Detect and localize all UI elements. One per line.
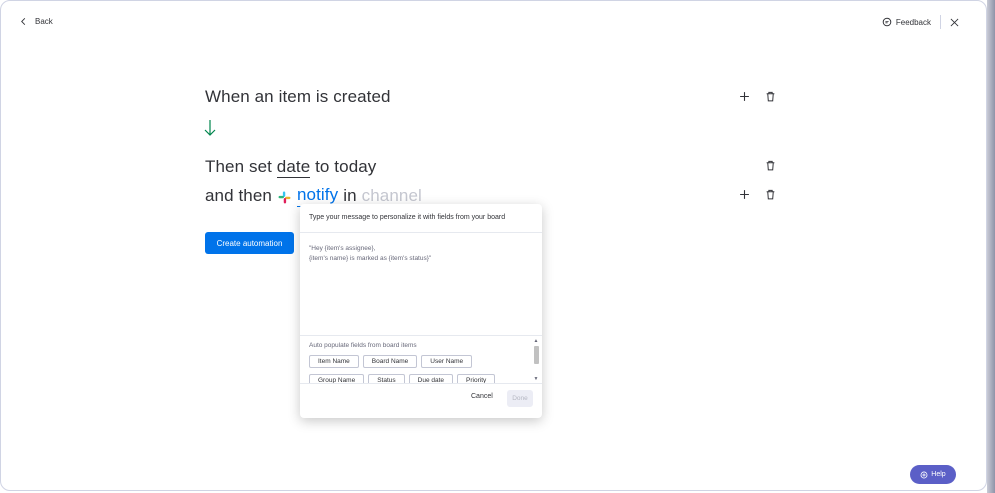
- action2-prefix: and then: [205, 186, 272, 205]
- window-edge: [987, 0, 995, 493]
- message-input[interactable]: "Hey {item's assignee}, {item's name} is…: [309, 244, 533, 324]
- add-action-icon[interactable]: [739, 189, 750, 200]
- chip-item-name[interactable]: Item Name: [309, 355, 359, 368]
- chip-group-name[interactable]: Group Name: [309, 374, 365, 383]
- trash-icon[interactable]: [765, 160, 776, 171]
- trigger-sentence[interactable]: When an item is created: [205, 87, 391, 107]
- cancel-button[interactable]: Cancel: [471, 393, 493, 400]
- date-field[interactable]: date: [276, 157, 311, 178]
- popup-footer: Cancel Done: [300, 383, 542, 418]
- create-automation-button[interactable]: Create automation: [205, 232, 294, 254]
- feedback-button[interactable]: Feedback: [882, 15, 941, 29]
- field-chips: Item Name Board Name User Name Group Nam…: [309, 355, 524, 383]
- help-icon: [920, 471, 928, 478]
- feedback-icon: [882, 17, 892, 27]
- action2-connector: in: [343, 186, 357, 205]
- top-actions: Feedback: [882, 15, 961, 29]
- close-icon: [950, 18, 958, 26]
- auto-populate-fields: Auto populate fields from board items It…: [300, 335, 542, 383]
- chip-due-date[interactable]: Due date: [408, 374, 454, 383]
- automation-editor: Back Feedback When an item is created Th…: [0, 0, 987, 491]
- channel-field[interactable]: channel: [362, 186, 422, 206]
- popup-header: Type your message to personalize it with…: [300, 204, 542, 233]
- chip-board-name[interactable]: Board Name: [362, 355, 418, 368]
- chip-status[interactable]: Status: [368, 374, 405, 383]
- chip-user-name[interactable]: User Name: [421, 355, 473, 368]
- trash-icon[interactable]: [765, 91, 776, 102]
- back-button[interactable]: Back: [19, 17, 53, 26]
- back-label: Back: [35, 17, 53, 26]
- help-button[interactable]: Help: [910, 465, 956, 484]
- action1-suffix: to today: [315, 157, 377, 176]
- action-sentence-1: Then set date to today: [205, 157, 377, 178]
- close-button[interactable]: [947, 15, 961, 29]
- add-condition-icon[interactable]: [739, 91, 750, 102]
- help-label: Help: [931, 471, 946, 478]
- action1-prefix: Then set: [205, 157, 272, 176]
- slack-icon: [278, 191, 291, 203]
- fields-title: Auto populate fields from board items: [309, 342, 417, 349]
- message-popup: Type your message to personalize it with…: [300, 204, 542, 418]
- fields-scrollbar[interactable]: ▲ ▼: [532, 338, 540, 382]
- message-line-1: "Hey {item's assignee},: [309, 245, 376, 252]
- message-line-2: {item's name} is marked as {item's statu…: [309, 255, 432, 262]
- chip-priority[interactable]: Priority: [457, 374, 496, 383]
- scroll-thumb[interactable]: [534, 346, 539, 364]
- done-button[interactable]: Done: [507, 390, 533, 407]
- arrow-down-icon: [204, 120, 216, 136]
- feedback-label: Feedback: [895, 17, 931, 27]
- trash-icon[interactable]: [765, 189, 776, 200]
- chevron-left-icon: [21, 18, 26, 25]
- scroll-up-arrow-icon[interactable]: ▲: [533, 338, 539, 344]
- scroll-down-arrow-icon[interactable]: ▼: [533, 376, 539, 382]
